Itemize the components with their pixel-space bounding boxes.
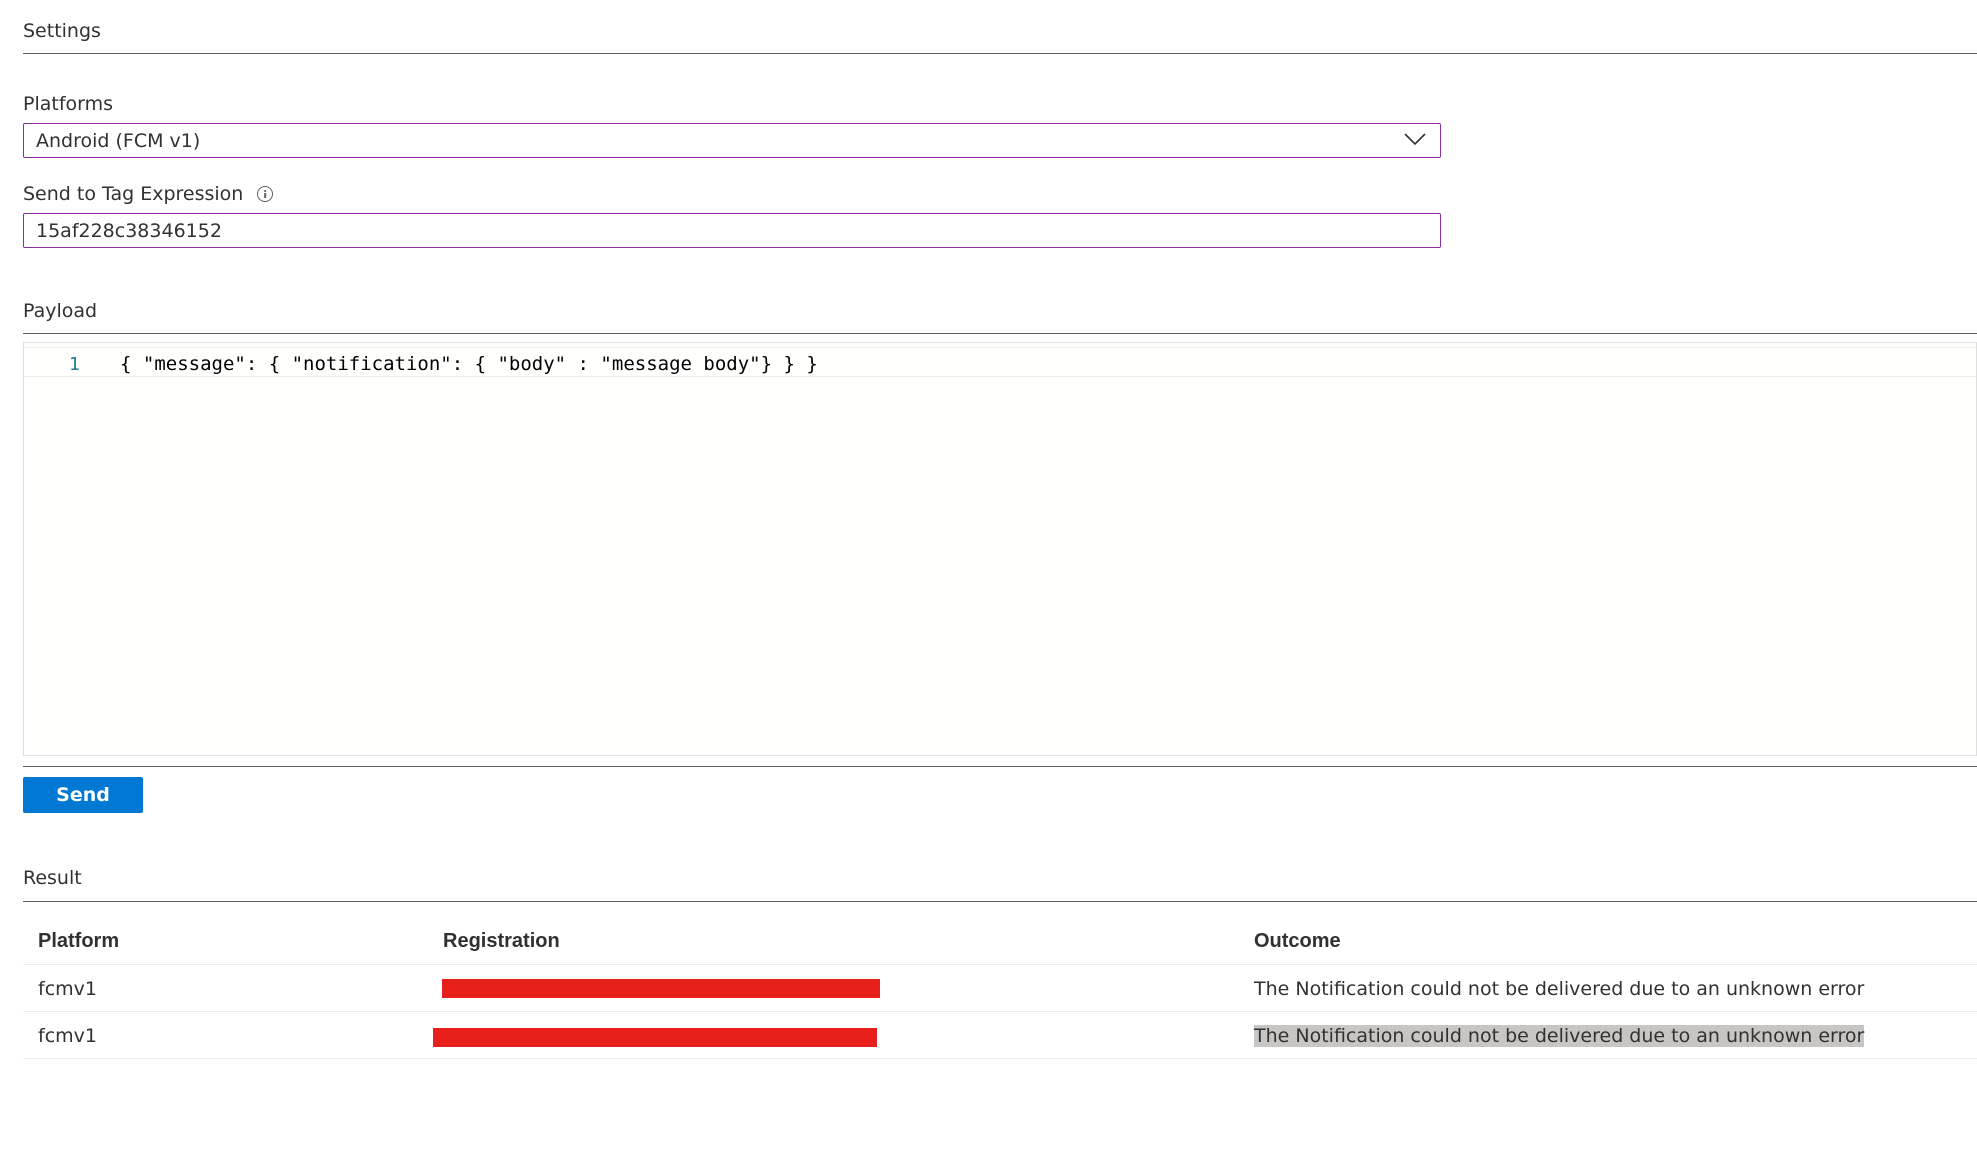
tag-expression-input-wrapper xyxy=(23,213,1441,248)
platforms-label-text: Platforms xyxy=(23,93,114,115)
redacted-registration xyxy=(433,1028,877,1047)
table-row[interactable]: fcmv1 The Notification could not be deli… xyxy=(23,1012,1977,1059)
payload-section-title: Payload xyxy=(23,300,98,322)
platforms-selected-value: Android (FCM v1) xyxy=(36,129,201,152)
settings-section-title: Settings xyxy=(23,20,101,42)
code-line[interactable]: { "message": { "notification": { "body" … xyxy=(120,353,818,375)
platforms-label: Platforms xyxy=(23,93,113,115)
editor-current-line: 1 { "message": { "notification": { "body… xyxy=(24,347,1976,377)
chevron-down-icon xyxy=(1404,133,1426,146)
notification-test-page: Settings Platforms Android (FCM v1) Send… xyxy=(0,0,1977,1174)
platform-cell: fcmv1 xyxy=(38,1025,97,1047)
result-section-title: Result xyxy=(23,867,82,889)
platforms-dropdown[interactable]: Android (FCM v1) xyxy=(23,123,1441,158)
tag-expression-input[interactable] xyxy=(36,219,1440,242)
payload-divider xyxy=(23,333,1977,334)
info-icon[interactable] xyxy=(257,186,274,202)
payload-editor[interactable]: 1 { "message": { "notification": { "body… xyxy=(23,342,1977,756)
result-divider xyxy=(23,901,1977,902)
editor-bottom-divider xyxy=(23,766,1977,767)
column-header-platform[interactable]: Platform xyxy=(38,930,119,953)
tag-expression-label: Send to Tag Expression xyxy=(23,183,274,205)
settings-divider xyxy=(23,53,1977,54)
send-button[interactable]: Send xyxy=(23,777,143,813)
table-row[interactable]: fcmv1 The Notification could not be deli… xyxy=(23,965,1977,1012)
tag-expression-label-text: Send to Tag Expression xyxy=(23,183,244,205)
outcome-cell: The Notification could not be delivered … xyxy=(1254,978,1865,1000)
outcome-cell-selected: The Notification could not be delivered … xyxy=(1254,1025,1865,1047)
line-number: 1 xyxy=(69,354,80,375)
redacted-registration xyxy=(442,979,880,998)
table-header-row: Platform Registration Outcome xyxy=(23,913,1977,965)
result-table: Platform Registration Outcome fcmv1 The … xyxy=(23,913,1977,1059)
column-header-registration[interactable]: Registration xyxy=(443,930,560,953)
column-header-outcome[interactable]: Outcome xyxy=(1254,930,1341,953)
platform-cell: fcmv1 xyxy=(38,978,97,1000)
